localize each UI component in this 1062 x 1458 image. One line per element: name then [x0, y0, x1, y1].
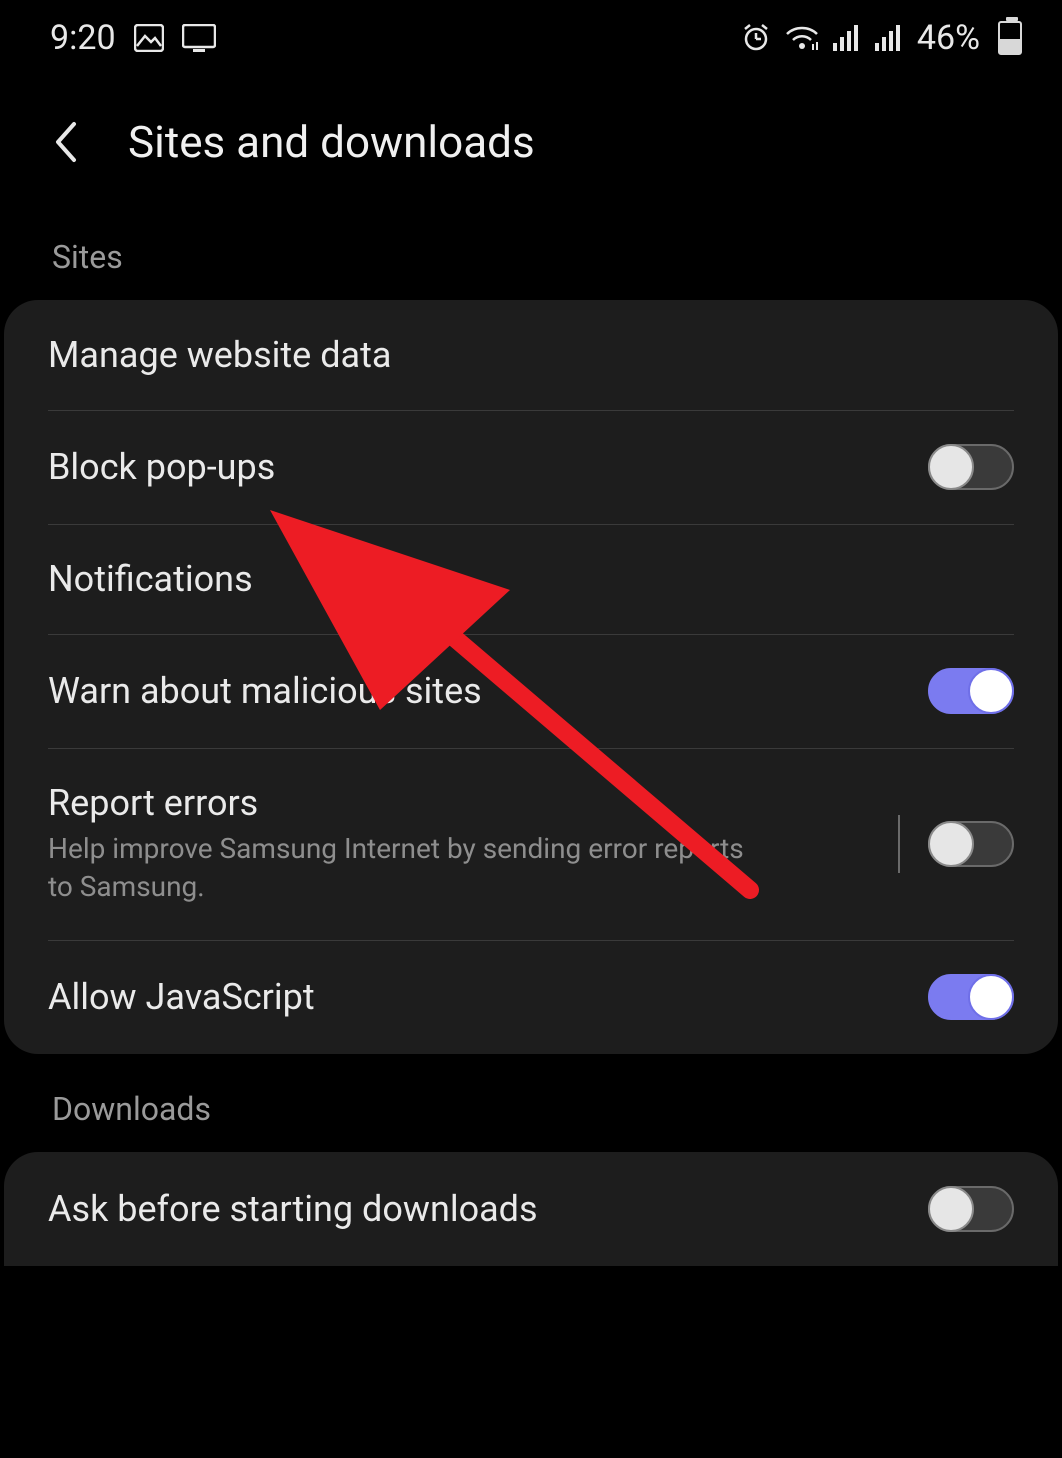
- row-ask-before-download[interactable]: Ask before starting downloads: [4, 1152, 1058, 1266]
- row-title: Allow JavaScript: [48, 976, 908, 1018]
- toggle-warn-malicious[interactable]: [928, 668, 1014, 714]
- downloads-card: Ask before starting downloads: [4, 1152, 1058, 1266]
- sites-card: Manage website data Block pop-ups Notifi…: [4, 300, 1058, 1054]
- screen-header: Sites and downloads: [0, 68, 1062, 238]
- wifi-icon: [785, 24, 819, 52]
- row-title: Notifications: [48, 558, 994, 600]
- row-title: Ask before starting downloads: [48, 1188, 908, 1230]
- back-button[interactable]: [44, 120, 88, 164]
- row-title: Warn about malicious sites: [48, 670, 908, 712]
- signal-1-icon: [833, 25, 861, 51]
- row-block-popups[interactable]: Block pop-ups: [4, 410, 1058, 524]
- status-left: 9:20: [50, 18, 216, 58]
- image-icon: [134, 24, 164, 52]
- toggle-block-popups[interactable]: [928, 444, 1014, 490]
- battery-icon: [998, 21, 1022, 55]
- battery-percent: 46%: [917, 18, 980, 58]
- row-manage-website-data[interactable]: Manage website data: [4, 300, 1058, 410]
- alarm-icon: [741, 23, 771, 53]
- row-allow-javascript[interactable]: Allow JavaScript: [4, 940, 1058, 1054]
- row-title: Block pop-ups: [48, 446, 908, 488]
- row-title: Manage website data: [48, 334, 994, 376]
- section-label-sites: Sites: [0, 238, 1062, 300]
- signal-2-icon: [875, 25, 903, 51]
- row-title: Report errors: [48, 782, 878, 824]
- section-label-downloads: Downloads: [0, 1054, 1062, 1152]
- page-title: Sites and downloads: [128, 116, 535, 168]
- vertical-divider: [898, 815, 900, 873]
- row-notifications[interactable]: Notifications: [4, 524, 1058, 634]
- row-subtitle: Help improve Samsung Internet by sending…: [48, 830, 748, 906]
- status-time: 9:20: [50, 18, 116, 58]
- row-report-errors[interactable]: Report errors Help improve Samsung Inter…: [4, 748, 1058, 940]
- toggle-allow-javascript[interactable]: [928, 974, 1014, 1020]
- toggle-report-errors[interactable]: [928, 821, 1014, 867]
- toggle-ask-before-download[interactable]: [928, 1186, 1014, 1232]
- screen-icon: [182, 24, 216, 52]
- chevron-left-icon: [52, 120, 80, 164]
- row-warn-malicious[interactable]: Warn about malicious sites: [4, 634, 1058, 748]
- status-right: 46%: [741, 18, 1022, 58]
- status-bar: 9:20 46%: [0, 0, 1062, 68]
